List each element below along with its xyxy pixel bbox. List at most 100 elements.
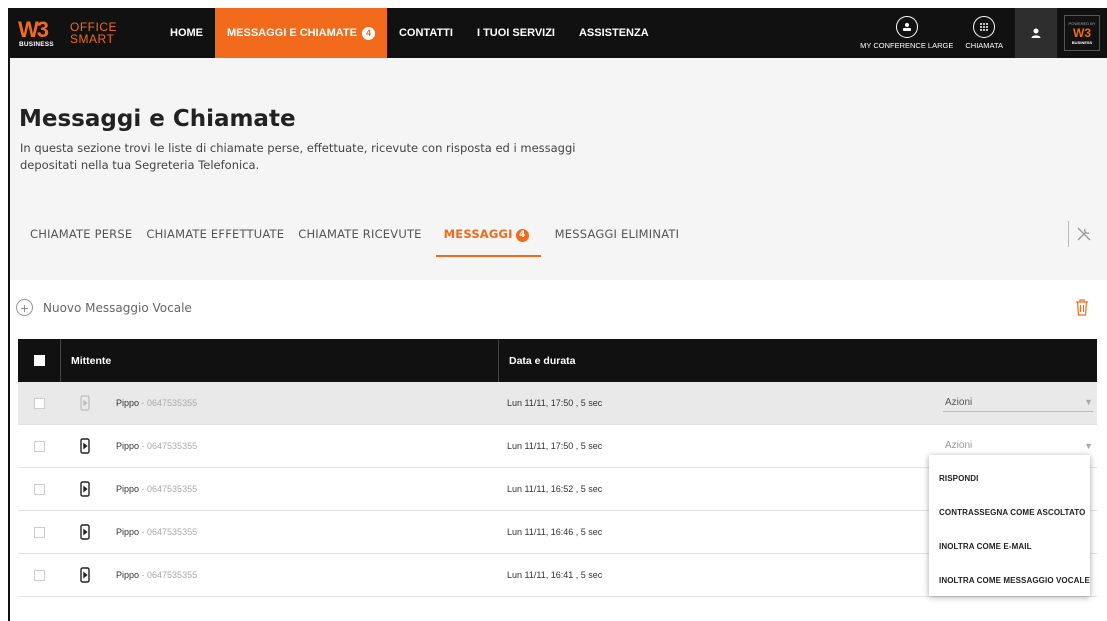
nav-messaggi-badge: 4 [361,26,375,40]
page-title: Messaggi e Chiamate [19,106,296,132]
row-checkbox-box [33,440,45,452]
table-row[interactable]: Pippo - 0647535355 Lun 11/11, 17:50 , 5 … [18,382,1097,425]
tab-chiamate-perse[interactable]: CHIAMATE PERSE [30,220,132,257]
tab-messaggi-badge: 4 [515,228,529,242]
row-checkbox-box [33,397,45,409]
row-number: - 0647535355 [139,484,198,494]
chiamata-label: CHIAMATA [965,41,1003,50]
nav-assistenza[interactable]: ASSISTENZA [567,8,661,58]
select-all-checkbox[interactable] [18,355,60,366]
row-checkbox-box [33,526,45,538]
select-all-box [33,355,45,366]
voicemail-phone-icon [70,438,100,454]
menu-item-inoltra-messaggio-vocale[interactable]: INOLTRA COME MESSAGGIO VOCALE [929,563,1090,597]
nav-tuoi-servizi-label: I TUOI SERVIZI [476,27,555,39]
chevron-down-icon: ▼ [1084,397,1093,407]
table-header: Mittente Data e durata [18,339,1097,382]
voicemail-phone-icon [70,395,100,411]
messages-tabs: CHIAMATE PERSE CHIAMATE EFFETTUATE CHIAM… [30,220,679,257]
dialpad-icon [973,16,996,38]
tab-messaggi[interactable]: MESSAGGI 4 [435,220,541,257]
column-header-mittente: Mittente [71,354,112,367]
actions-dropdown[interactable]: Azioni ▼ [943,395,1093,412]
w3-logo-business: BUSINESS [19,41,54,48]
row-mittente: Pippo - 0647535355 [100,527,507,537]
row-date: Lun 11/11, 16:41 , 5 sec [507,570,603,580]
row-checkbox-box [33,569,45,581]
row-mittente: Pippo - 0647535355 [100,441,507,451]
new-voice-message-button[interactable]: + Nuovo Messaggio Vocale [16,299,192,316]
nav-messaggi-e-chiamate[interactable]: MESSAGGI E CHIAMATE 4 [215,8,387,58]
top-right-tools: MY CONFERENCE LARGE CHIAMATA POWERED BY … [854,8,1107,58]
row-name: Pippo [116,570,140,580]
row-mittente: Pippo - 0647535355 [100,570,507,580]
actions-label: Azioni [945,396,973,408]
row-date: Lun 11/11, 17:50 , 5 sec [507,441,603,451]
powered-by-w3: W3 [1073,26,1091,40]
powered-by-w3-business: POWERED BY W3 BUSINESS [1057,8,1107,58]
nav-contatti[interactable]: CONTATTI [387,8,465,58]
app-frame: W3 BUSINESS OFFICE SMART HOME MESSAGGI E… [0,0,1107,621]
brand-logo[interactable]: W3 BUSINESS OFFICE SMART [8,8,158,58]
menu-item-contrassegna-ascoltato[interactable]: CONTRASSEGNA COME ASCOLTATO [929,495,1090,529]
nav-tuoi-servizi[interactable]: I TUOI SERVIZI [465,8,567,58]
voicemail-phone-icon [70,524,100,540]
new-voice-message-label: Nuovo Messaggio Vocale [43,300,192,315]
chiamata-button[interactable]: CHIAMATA [959,8,1009,58]
menu-item-inoltra-email[interactable]: INOLTRA COME E-MAIL [929,529,1090,563]
row-checkbox-box [33,483,45,495]
chevron-down-icon: ▼ [1084,440,1093,451]
row-checkbox[interactable] [18,569,60,581]
page-description: In questa sezione trovi le liste di chia… [20,141,576,172]
settings-tools-button[interactable] [1068,221,1098,247]
tab-chiamate-perse-label: CHIAMATE PERSE [30,227,133,241]
left-border [8,58,10,621]
row-mittente: Pippo - 0647535355 [100,484,507,494]
user-menu-button[interactable] [1015,8,1057,58]
my-conference-large-label: MY CONFERENCE LARGE [860,41,954,50]
voicemail-phone-icon [70,567,100,583]
row-checkbox[interactable] [18,440,60,452]
row-number: - 0647535355 [139,398,198,408]
tab-messaggi-eliminati-label: MESSAGGI ELIMINATI [554,227,680,241]
row-date: Lun 11/11, 16:46 , 5 sec [507,527,603,537]
w3-logo: W3 BUSINESS [18,13,62,53]
tab-messaggi-label: MESSAGGI [443,227,513,241]
row-name: Pippo [116,527,140,537]
trash-icon [1076,299,1088,316]
row-checkbox[interactable] [18,526,60,538]
nav-assistenza-label: ASSISTENZA [578,27,649,39]
w3-logo-mark: W3 [18,17,49,42]
row-checkbox[interactable] [18,397,60,409]
row-name: Pippo [116,441,140,451]
column-header-data-durata: Data e durata [509,354,576,367]
row-number: - 0647535355 [139,527,198,537]
voicemail-phone-icon [70,481,100,497]
row-date: Lun 11/11, 17:50 , 5 sec [507,398,603,408]
delete-button[interactable] [1075,298,1089,321]
tab-messaggi-eliminati[interactable]: MESSAGGI ELIMINATI [555,220,680,257]
tab-chiamate-effettuate-label: CHIAMATE EFFETTUATE [146,227,285,241]
conference-icon [895,16,918,38]
user-icon [1031,28,1041,38]
row-name: Pippo [116,398,140,408]
powered-by-logo: POWERED BY W3 BUSINESS [1064,15,1100,51]
tab-chiamate-effettuate[interactable]: CHIAMATE EFFETTUATE [146,220,284,257]
tools-icon [1077,227,1090,241]
row-number: - 0647535355 [139,570,198,580]
nav-home[interactable]: HOME [158,8,215,58]
row-number: - 0647535355 [139,441,198,451]
office-smart-line2: SMART [70,32,115,46]
row-name: Pippo [116,484,140,494]
actions-dropdown[interactable]: Azioni ▼ [943,438,1093,454]
menu-item-rispondi[interactable]: RISPONDI [929,461,1090,495]
my-conference-large-button[interactable]: MY CONFERENCE LARGE [854,8,959,58]
tab-chiamate-ricevute-label: CHIAMATE RICEVUTE [298,227,422,241]
tab-chiamate-ricevute[interactable]: CHIAMATE RICEVUTE [298,220,421,257]
row-checkbox[interactable] [18,483,60,495]
powered-by-business: BUSINESS [1071,40,1093,45]
row-mittente: Pippo - 0647535355 [100,398,507,408]
top-navigation-bar: W3 BUSINESS OFFICE SMART HOME MESSAGGI E… [8,8,1107,58]
office-smart-wordmark: OFFICE SMART [70,21,117,45]
nav-contatti-label: CONTATTI [398,27,453,39]
